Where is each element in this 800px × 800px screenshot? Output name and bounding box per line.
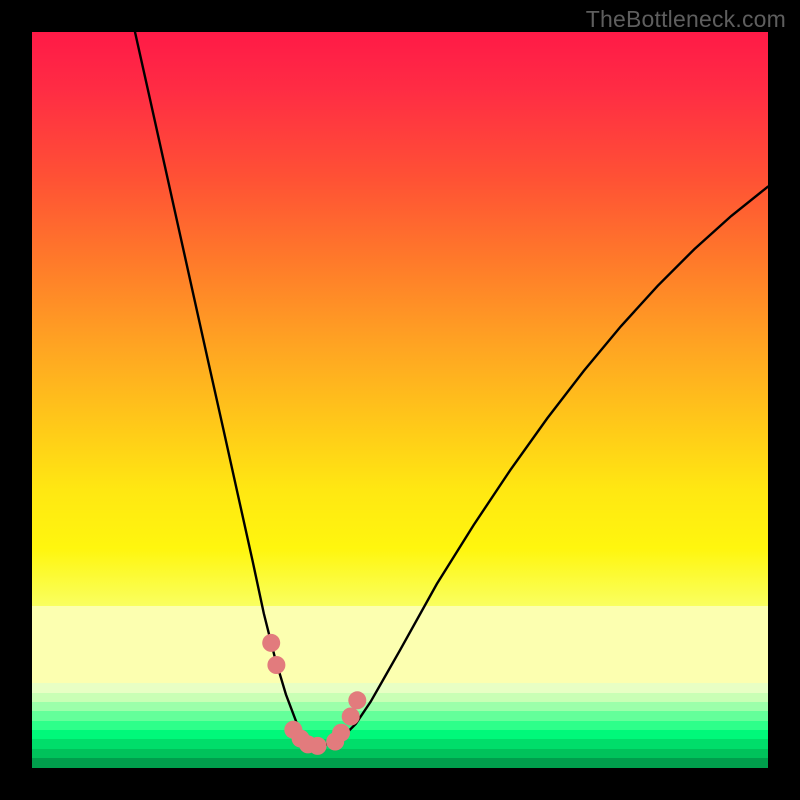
curve-svg [32, 32, 768, 768]
curve-layer [135, 32, 768, 746]
marker-dot [309, 737, 327, 755]
chart-frame: TheBottleneck.com [0, 0, 800, 800]
marker-dot [348, 691, 366, 709]
marker-dot [267, 656, 285, 674]
marker-dots [262, 634, 366, 755]
watermark-label: TheBottleneck.com [586, 6, 786, 33]
marker-dot [332, 724, 350, 742]
bottleneck-curve [135, 32, 768, 746]
marker-dot [342, 708, 360, 726]
plot-area [32, 32, 768, 768]
marker-dot [262, 634, 280, 652]
